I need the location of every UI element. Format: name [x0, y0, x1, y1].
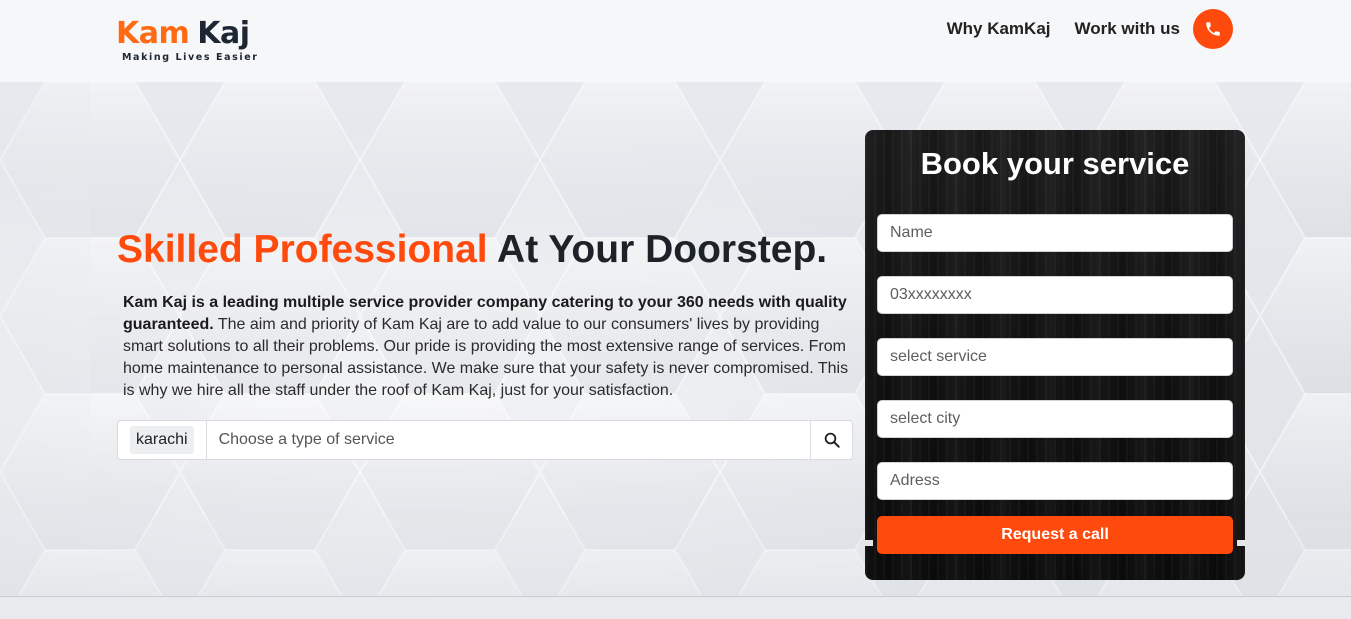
request-call-button[interactable]: Request a call — [877, 516, 1233, 554]
headline-accent: Skilled Professional — [117, 228, 488, 271]
card-notch-right — [1237, 540, 1245, 546]
service-search-input[interactable] — [206, 421, 810, 459]
booking-title: Book your service — [920, 146, 1190, 181]
hero-description: Kam Kaj is a leading multiple service pr… — [123, 292, 858, 402]
main-nav: Why KamKaj Work with us — [923, 9, 1233, 49]
phone-call-button[interactable] — [1193, 9, 1233, 49]
card-notch-left — [865, 540, 873, 546]
nav-why-kamkaj[interactable]: Why KamKaj — [947, 19, 1051, 39]
description-rest: The aim and priority of Kam Kaj are to a… — [123, 316, 849, 399]
hero-headline: Skilled Professional At Your Doorstep. — [117, 226, 827, 274]
search-button[interactable] — [810, 421, 852, 459]
search-icon — [824, 432, 840, 448]
section-divider — [0, 596, 1351, 619]
logo-tagline: Making Lives Easier — [122, 52, 259, 63]
logo-kam-text: Kam — [116, 16, 190, 51]
kamkaj-logo[interactable]: Kam Kaj Making Lives Easier — [116, 16, 276, 66]
phone-field[interactable] — [877, 276, 1233, 314]
city-selector[interactable]: karachi — [130, 426, 194, 454]
headline-rest: At Your Doorstep. — [497, 228, 828, 271]
name-field[interactable] — [877, 214, 1233, 252]
service-select[interactable] — [877, 338, 1233, 376]
city-select[interactable] — [877, 400, 1233, 438]
nav-work-with-us[interactable]: Work with us — [1075, 19, 1180, 39]
logo-kaj-text: Kaj — [197, 16, 250, 51]
site-header: Kam Kaj Making Lives Easier Why KamKaj Wo… — [0, 0, 1351, 82]
service-search-bar: karachi — [117, 420, 853, 460]
address-field[interactable] — [877, 462, 1233, 500]
booking-form: Book your service Request a call — [865, 130, 1245, 580]
phone-icon — [1206, 22, 1220, 36]
